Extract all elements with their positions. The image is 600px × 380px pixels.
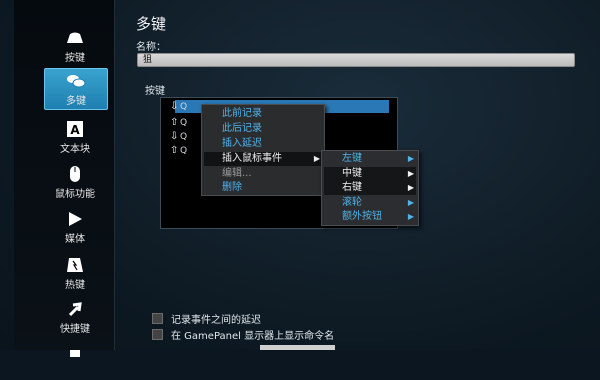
record-delay-label: 记录事件之间的延迟 — [171, 315, 261, 326]
menu-item-insert-delay[interactable]: 插入延迟 — [222, 137, 322, 151]
hotkey-icon — [64, 255, 86, 275]
mouse-icon — [64, 28, 86, 48]
menu-item-delete[interactable]: 删除 — [222, 181, 322, 195]
key-up-icon: ⇧ — [170, 117, 179, 128]
record-delay-checkbox[interactable] — [152, 313, 163, 324]
gamepanel-label: 在 GamePanel 显示器上显示命令名 — [171, 331, 335, 342]
gamepanel-checkbox[interactable] — [152, 329, 163, 340]
sidebar-item-mouse-function[interactable]: 鼠标功能 — [44, 162, 106, 202]
sidebar: 按键 多键 A 文本块 鼠标功能 媒体 热键 快捷键 — [14, 0, 115, 357]
submenu-item-middle-button[interactable]: 中键 — [342, 167, 362, 181]
submenu-item-extra-button[interactable]: 额外按钮 — [342, 210, 382, 224]
record-delay-option[interactable]: 记录事件之间的延迟 — [152, 311, 261, 326]
sidebar-item-media[interactable]: 媒体 — [44, 207, 106, 247]
menu-item-label: 插入鼠标事件 — [222, 153, 282, 164]
submenu-item-right-button[interactable]: 右键 — [342, 181, 362, 195]
key-label: Q — [180, 101, 188, 112]
sidebar-item-textblock[interactable]: A 文本块 — [44, 117, 106, 157]
submenu-arrow-icon: ▶ — [407, 169, 414, 178]
sidebar-item-keys[interactable]: 按键 — [44, 26, 106, 66]
menu-item-insert-mouse-event[interactable]: 插入鼠标事件 — [222, 152, 322, 166]
sidebar-item-label: 热键 — [65, 280, 85, 291]
sidebar-item-label: 多键 — [66, 96, 86, 107]
sidebar-item-more[interactable] — [44, 340, 106, 380]
key-label: Q — [180, 131, 188, 142]
submenu-arrow-icon: ▶ — [407, 198, 414, 207]
sidebar-item-multikey[interactable]: 多键 — [44, 68, 108, 110]
sidebar-item-label: 媒体 — [65, 234, 85, 245]
context-menu: 此前记录 此后记录 插入延迟 插入鼠标事件 ▶ 编辑... 删除 — [201, 104, 325, 196]
submenu-arrow-icon: ▶ — [407, 212, 414, 221]
key-label: Q — [180, 145, 188, 156]
name-input[interactable]: 狙 — [137, 53, 575, 67]
keys-label: 按键 — [145, 86, 165, 97]
sidebar-item-hotkey[interactable]: 热键 — [44, 253, 106, 293]
shortcut-arrow-icon — [64, 299, 86, 319]
submenu-arrow-icon: ▶ — [313, 154, 320, 163]
sidebar-item-shortcut[interactable]: 快捷键 — [44, 297, 106, 337]
list-item[interactable]: ⇩ Q — [170, 130, 187, 143]
mouse-event-submenu: 左键 ▶ 中键 ▶ 右键 ▶ 滚轮 ▶ 额外按钮 ▶ — [321, 150, 419, 226]
sidebar-item-label: 文本块 — [60, 144, 90, 155]
list-item[interactable]: ⇧ Q — [170, 116, 187, 129]
sidebar-item-label: 鼠标功能 — [55, 189, 95, 200]
mouse-function-icon — [64, 164, 86, 184]
list-item[interactable]: ⇩ Q — [170, 100, 187, 113]
svg-text:A: A — [70, 123, 80, 137]
sidebar-item-label: 快捷键 — [60, 324, 90, 335]
key-down-icon: ⇩ — [170, 131, 179, 142]
letter-a-icon: A — [64, 119, 86, 139]
partial-icon — [64, 342, 86, 362]
bottom-button-edge[interactable] — [260, 345, 335, 350]
name-label: 名称： — [136, 42, 166, 53]
key-label: Q — [180, 117, 188, 128]
submenu-arrow-icon: ▶ — [407, 154, 414, 163]
submenu-item-left-button[interactable]: 左键 — [342, 152, 362, 166]
multikey-icon — [65, 71, 87, 91]
menu-item-next-record[interactable]: 此后记录 — [222, 122, 322, 136]
sidebar-item-label: 按键 — [65, 53, 85, 64]
gamepanel-option[interactable]: 在 GamePanel 显示器上显示命令名 — [152, 327, 334, 342]
submenu-item-wheel[interactable]: 滚轮 — [342, 196, 362, 210]
page-title: 多键 — [136, 15, 167, 33]
key-down-icon: ⇩ — [170, 101, 179, 112]
submenu-arrow-icon: ▶ — [407, 183, 414, 192]
menu-item-edit[interactable]: 编辑... — [222, 167, 322, 181]
submenu-highlight — [324, 167, 416, 195]
list-item[interactable]: ⇧ Q — [170, 144, 187, 157]
menu-item-prev-record[interactable]: 此前记录 — [222, 107, 322, 121]
play-icon — [64, 209, 86, 229]
key-up-icon: ⇧ — [170, 145, 179, 156]
